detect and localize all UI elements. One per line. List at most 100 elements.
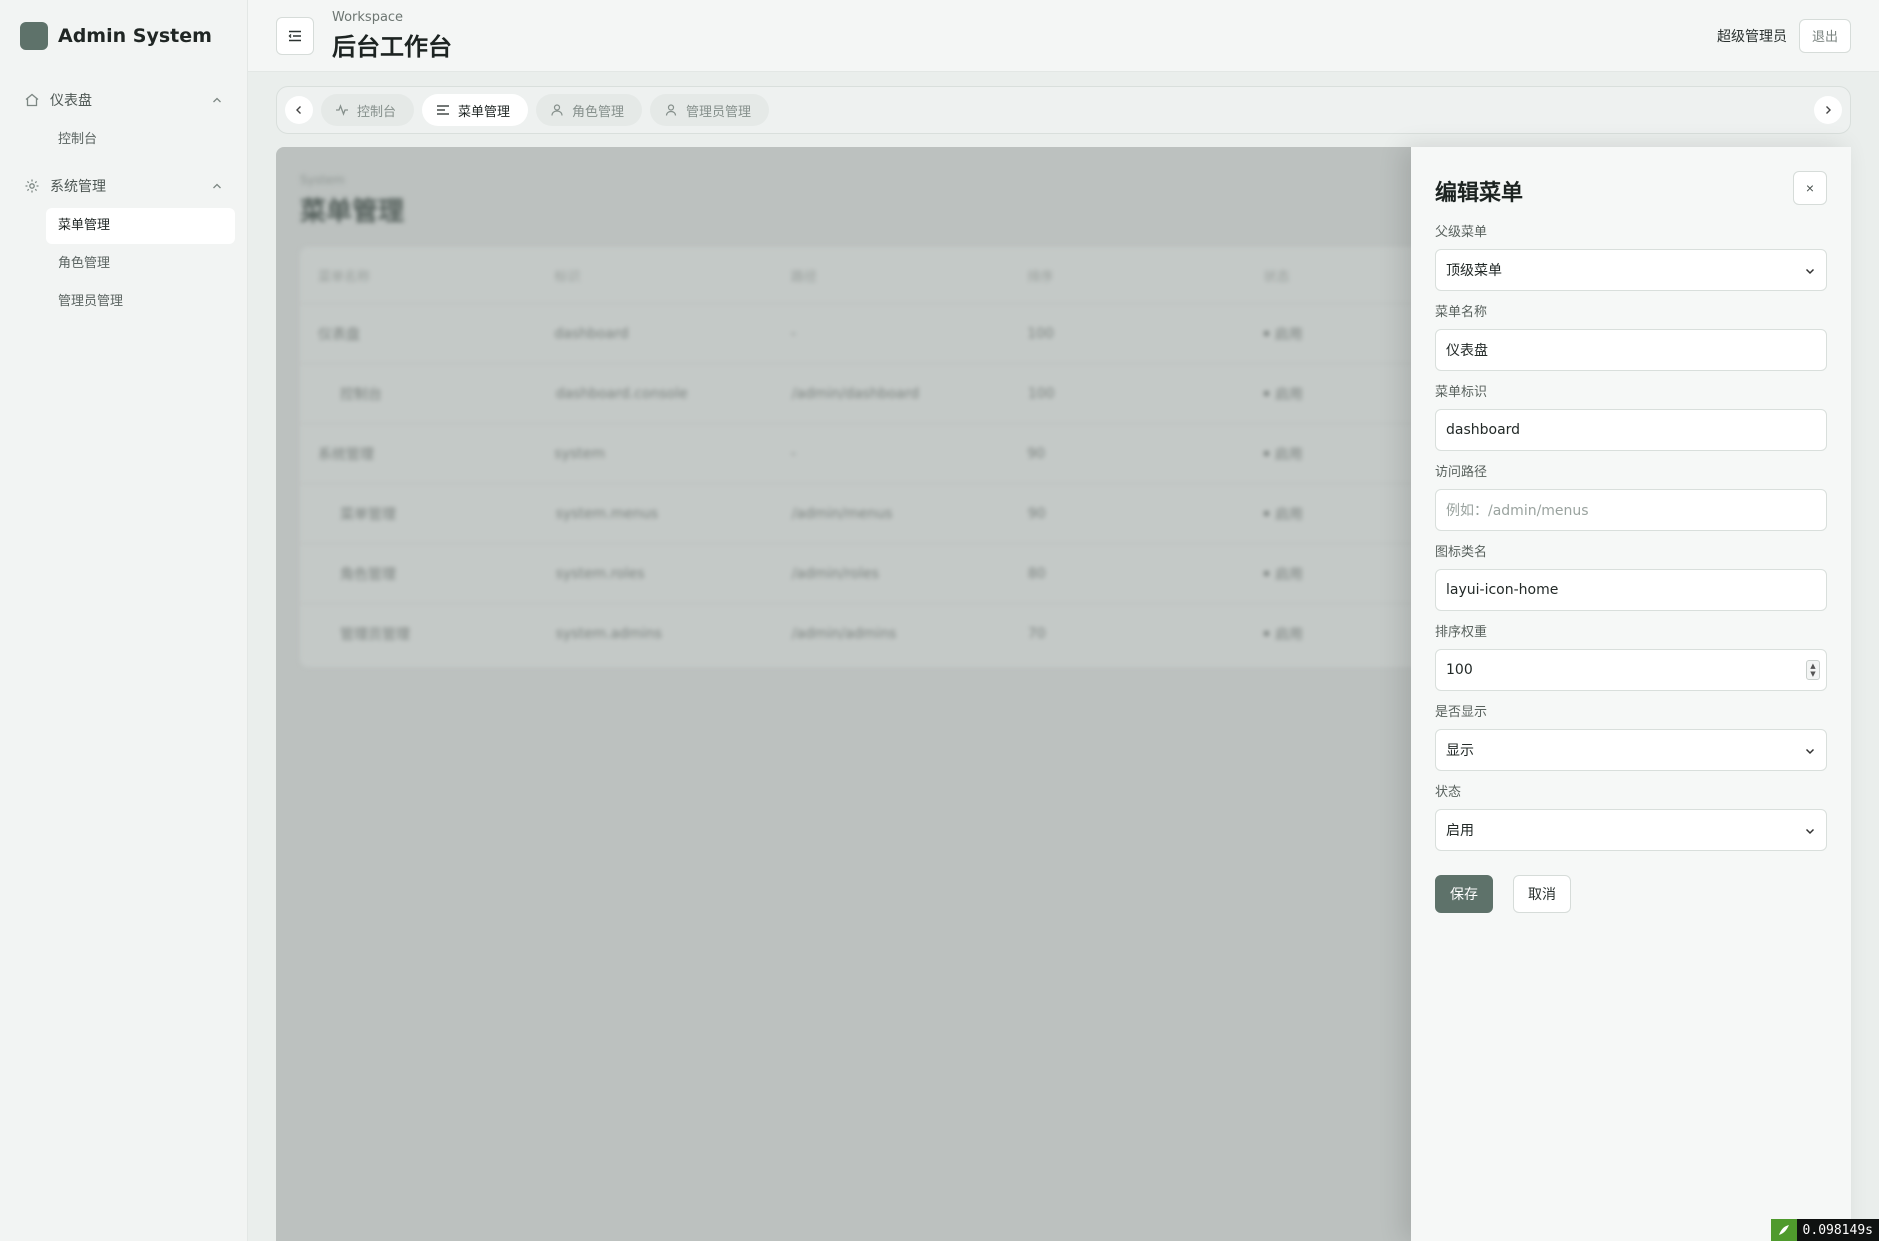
status-dot	[1263, 391, 1269, 396]
sidebar-item-menus[interactable]: 菜单管理	[46, 208, 235, 244]
chevron-left-icon	[296, 106, 301, 114]
collapse-menu-icon	[288, 30, 301, 41]
field-key: 菜单标识 dashboard	[1435, 385, 1827, 451]
icon-value: layui-icon-home	[1446, 582, 1559, 598]
status-select[interactable]: 启用	[1435, 809, 1827, 851]
stepper-down-icon[interactable]: ▼	[1810, 670, 1815, 678]
stepper-up-icon[interactable]: ▲	[1810, 662, 1815, 670]
debug-time: 0.098149s	[1802, 1222, 1873, 1238]
sidebar-item-admins[interactable]: 管理员管理	[46, 284, 235, 320]
column-header: 路径	[790, 269, 817, 285]
sort-value: 100	[1446, 662, 1473, 678]
chevron-right-icon	[1826, 106, 1831, 114]
sidebar-item-roles[interactable]: 角色管理	[46, 246, 235, 282]
cell-path: -	[790, 445, 796, 462]
home-icon	[24, 92, 40, 108]
cell-key: system	[554, 445, 606, 462]
tabs-bar: 控制台 菜单管理 角色管理 管理员管理	[276, 86, 1851, 134]
cell-sort: 90	[1027, 505, 1046, 522]
edit-menu-form: 父级菜单 顶级菜单 菜单名称 仪表盘 菜单标识 dashboard 访问路径 例…	[1435, 225, 1827, 913]
name-label: 菜单名称	[1435, 305, 1488, 320]
chevron-down-icon	[1805, 748, 1815, 755]
status-dot	[1263, 451, 1269, 456]
visible-label: 是否显示	[1435, 705, 1488, 720]
pulse-icon	[335, 103, 349, 117]
drawer-title: 编辑菜单	[1435, 181, 1524, 206]
key-input[interactable]: dashboard	[1435, 409, 1827, 451]
tab-admins[interactable]: 管理员管理	[650, 94, 770, 126]
cell-path: /admin/dashboard	[791, 385, 920, 402]
cell-name: 管理员管理	[340, 626, 410, 643]
section-title: 菜单管理	[300, 197, 405, 227]
column-header: 菜单名称	[318, 269, 371, 285]
save-button[interactable]: 保存	[1435, 875, 1493, 913]
table-header: 菜单名称 标识 路径 排序 状态	[300, 247, 1500, 303]
debug-timing-badge[interactable]: 0.098149s	[1770, 1219, 1879, 1241]
path-label: 访问路径	[1435, 465, 1488, 480]
name-input[interactable]: 仪表盘	[1435, 329, 1827, 371]
cell-sort: 80	[1027, 565, 1046, 582]
parent-select[interactable]: 顶级菜单	[1435, 249, 1827, 291]
cell-key: dashboard	[554, 325, 629, 342]
cell-name: 仪表盘	[318, 326, 360, 343]
workspace-label: Workspace	[332, 9, 404, 25]
cell-path: -	[790, 325, 796, 342]
close-button[interactable]: ×	[1793, 171, 1827, 205]
tab-roles[interactable]: 角色管理	[536, 94, 643, 126]
framework-logo-icon	[1770, 1219, 1797, 1241]
user-area: 超级管理员 退出	[1716, 18, 1851, 53]
field-status: 状态 启用	[1435, 785, 1827, 851]
cell-key: system.roles	[555, 565, 645, 582]
cell-path: /admin/admins	[791, 625, 897, 642]
table-row: 菜单管理 system.menus /admin/menus 90 启用	[300, 483, 1500, 543]
cell-name: 角色管理	[340, 566, 396, 583]
gear-icon	[24, 178, 40, 194]
tab-menus[interactable]: 菜单管理	[422, 94, 529, 126]
form-actions: 保存 取消	[1435, 875, 1827, 913]
cell-key: dashboard.console	[555, 385, 688, 402]
logout-button[interactable]: 退出	[1798, 18, 1851, 53]
brand: Admin System	[0, 0, 247, 72]
tab-label: 角色管理	[572, 104, 625, 120]
cancel-button[interactable]: 取消	[1513, 875, 1571, 913]
column-header: 标识	[554, 269, 581, 285]
cell-path: /admin/roles	[791, 565, 879, 582]
chevron-down-icon	[1805, 268, 1815, 275]
user-name: 超级管理员	[1716, 28, 1787, 45]
tabs-prev-button[interactable]	[285, 96, 313, 124]
page-title: 后台工作台	[332, 32, 452, 61]
path-input[interactable]: 例如：/admin/menus	[1435, 489, 1827, 531]
edit-menu-drawer: 编辑菜单 × 父级菜单 顶级菜单 菜单名称 仪表盘 菜单标识 dashboard…	[1411, 147, 1851, 1241]
cell-key: system.admins	[555, 625, 662, 642]
sidebar-group-label: 系统管理	[50, 179, 106, 195]
sidebar-toggle-button[interactable]	[276, 16, 314, 55]
cell-sort: 90	[1027, 445, 1046, 462]
status-text: 启用	[1274, 566, 1303, 583]
cell-sort: 70	[1027, 625, 1046, 642]
field-name: 菜单名称 仪表盘	[1435, 305, 1827, 371]
icon-input[interactable]: layui-icon-home	[1435, 569, 1827, 611]
number-stepper[interactable]: ▲ ▼	[1806, 660, 1820, 680]
column-header: 排序	[1027, 269, 1054, 285]
sidebar-group-system[interactable]: 系统管理	[0, 166, 247, 206]
sidebar-item-console[interactable]: 控制台	[46, 122, 235, 158]
status-dot	[1263, 511, 1269, 516]
cell-sort: 100	[1027, 385, 1055, 402]
status-value: 启用	[1446, 823, 1474, 839]
field-parent: 父级菜单 顶级菜单	[1435, 225, 1827, 291]
status-label: 状态	[1435, 785, 1462, 800]
table-row: 仪表盘 dashboard - 100 启用	[300, 303, 1500, 363]
cell-name: 控制台	[340, 386, 382, 403]
tabs-next-button[interactable]	[1814, 96, 1842, 124]
menu-list-icon	[436, 103, 450, 117]
status-dot	[1263, 631, 1269, 636]
sort-input[interactable]: 100 ▲ ▼	[1435, 649, 1827, 691]
chevron-down-icon	[1805, 828, 1815, 835]
sort-label: 排序权重	[1435, 625, 1488, 640]
visible-select[interactable]: 显示	[1435, 729, 1827, 771]
tab-label: 菜单管理	[458, 104, 511, 120]
tab-console[interactable]: 控制台	[321, 94, 415, 126]
table-row: 管理员管理 system.admins /admin/admins 70 启用	[300, 603, 1500, 663]
sidebar-group-dashboard[interactable]: 仪表盘	[0, 80, 247, 120]
users-icon	[550, 103, 564, 117]
